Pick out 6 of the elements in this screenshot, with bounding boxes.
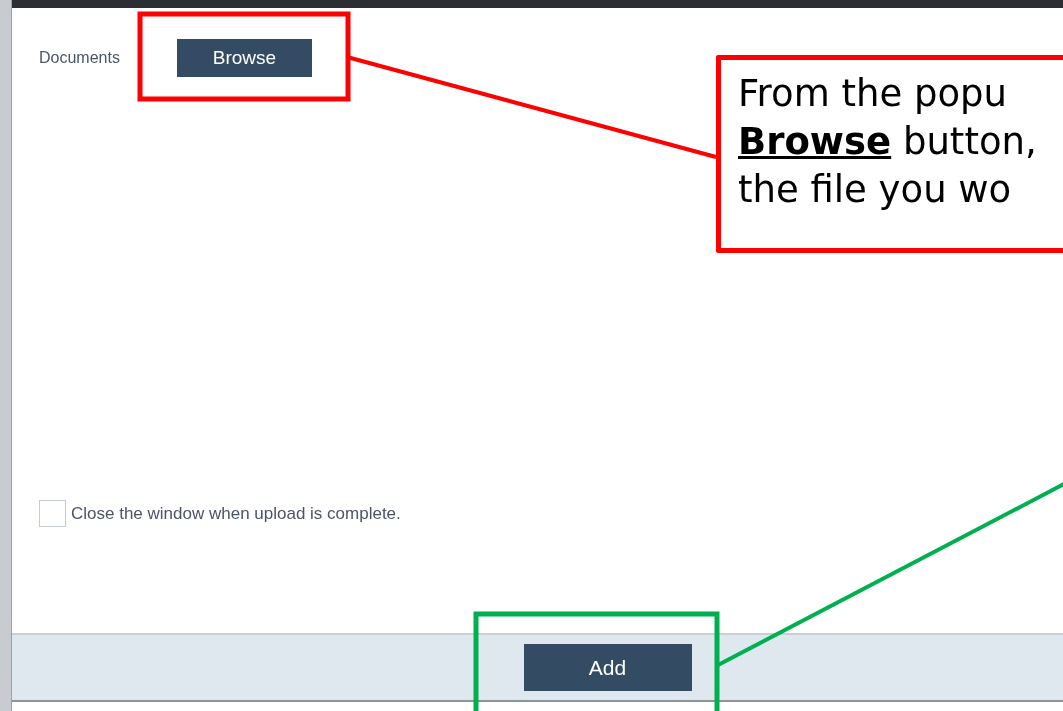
documents-label: Documents	[39, 48, 120, 68]
add-button[interactable]: Add	[523, 644, 692, 691]
callout-text: From the popu Browse button, the file you wo	[737, 71, 1038, 213]
browse-button[interactable]: Browse	[176, 39, 312, 77]
checkbox[interactable]	[39, 500, 66, 527]
checkbox-label: Close the window when upload is complete.	[71, 502, 401, 525]
